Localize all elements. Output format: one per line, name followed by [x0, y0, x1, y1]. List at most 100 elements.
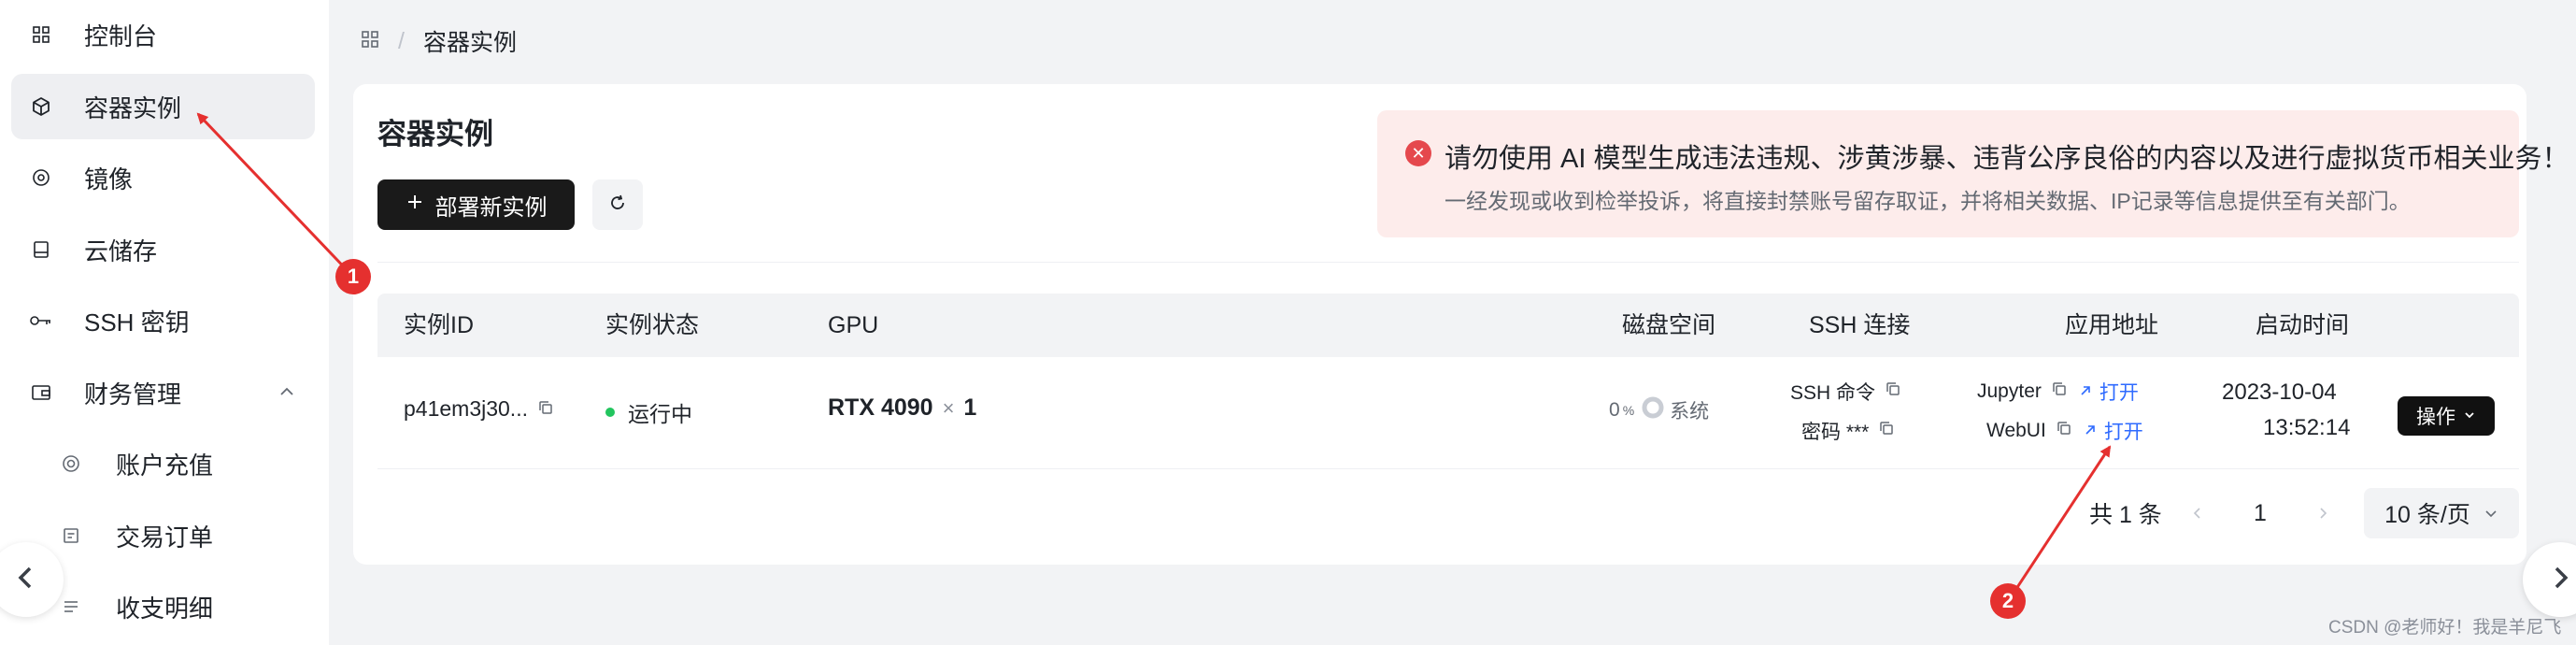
- deploy-label: 部署新实例: [434, 194, 548, 221]
- sidebar-item-images[interactable]: 镜像: [11, 145, 315, 210]
- copy-icon[interactable]: [1885, 380, 1901, 403]
- header-gpu: GPU: [828, 312, 879, 338]
- actions-button[interactable]: 操作: [2398, 396, 2495, 436]
- breadcrumb-separator: /: [398, 27, 405, 54]
- start-date: 2023-10-04: [2222, 380, 2337, 405]
- sidebar-item-ssh-keys[interactable]: SSH 密钥: [11, 288, 315, 353]
- ssh-command-cell: SSH 命令: [1790, 378, 1901, 406]
- ssh-password: 密码 ***: [1801, 422, 1870, 443]
- chevron-left-icon: [12, 564, 40, 596]
- disk-label: 系统: [1670, 401, 1710, 423]
- ledger-icon: [60, 595, 82, 618]
- grid-icon[interactable]: [361, 28, 379, 55]
- actions-label: 操作: [2416, 407, 2455, 428]
- divider: [377, 262, 2519, 263]
- disk-value: 0: [1609, 399, 1620, 421]
- refresh-icon: [607, 193, 628, 218]
- alert-title: 请勿使用 AI 模型生成违法违规、涉黄涉暴、违背公序良俗的内容以及进行虚拟货币相…: [1445, 144, 2569, 174]
- sidebar-item-label: 财务管理: [84, 380, 182, 408]
- instance-id: p41em3j30...: [404, 396, 528, 421]
- header-app-url: 应用地址: [2065, 312, 2159, 338]
- dashboard-icon: [30, 23, 52, 46]
- ssh-password-cell: 密码 ***: [1801, 417, 1895, 445]
- compliance-alert: ✕ 请勿使用 AI 模型生成违法违规、涉黄涉暴、违背公序良俗的内容以及进行虚拟货…: [1377, 110, 2569, 237]
- open-label: 打开: [2103, 422, 2143, 443]
- pagination-total: 共 1 条: [2089, 502, 2162, 528]
- instance-id-cell: p41em3j30...: [404, 396, 554, 422]
- copy-icon[interactable]: [1878, 420, 1895, 442]
- storage-icon: [30, 238, 52, 261]
- ssh-command: SSH 命令: [1790, 382, 1876, 404]
- sidebar-item-label: 收支明细: [116, 594, 214, 623]
- chevron-down-icon: [2463, 405, 2476, 427]
- container-icon: [30, 95, 52, 118]
- app-jupyter-cell: Jupyter 打开: [1977, 378, 2139, 406]
- copy-icon[interactable]: [2056, 420, 2072, 442]
- open-jupyter-link[interactable]: 打开: [2079, 378, 2139, 406]
- app-name-jupyter: Jupyter: [1977, 380, 2042, 402]
- chevron-right-icon: [2546, 564, 2574, 596]
- page-title: 容器实例: [377, 118, 493, 150]
- next-page-button[interactable]: [2315, 488, 2330, 538]
- sidebar-item-label: 镜像: [84, 165, 134, 194]
- deploy-instance-button[interactable]: 部署新实例: [377, 179, 575, 230]
- refresh-button[interactable]: [592, 179, 643, 230]
- status-dot: [605, 408, 615, 417]
- header-ssh: SSH 连接: [1809, 312, 1911, 338]
- key-icon: [30, 309, 52, 332]
- breadcrumb: / 容器实例: [361, 24, 517, 58]
- sidebar-item-containers[interactable]: 容器实例: [11, 74, 315, 139]
- sidebar-item-label: 容器实例: [84, 93, 182, 122]
- header-instance-id: 实例ID: [404, 312, 475, 338]
- annotation-marker-1: 1: [335, 259, 371, 294]
- gpu-count: 1: [963, 394, 977, 421]
- chevron-up-icon[interactable]: [278, 382, 296, 406]
- breadcrumb-current: 容器实例: [422, 30, 517, 56]
- sidebar-item-label: SSH 密钥: [84, 308, 190, 337]
- recharge-icon: [60, 452, 82, 475]
- disk-ring-icon: [1642, 396, 1664, 424]
- order-icon: [60, 524, 82, 547]
- open-webui-link[interactable]: 打开: [2084, 417, 2143, 445]
- disk-unit: %: [1622, 403, 1635, 418]
- prev-page-button[interactable]: [2190, 488, 2205, 538]
- sidebar-item-label: 账户充值: [116, 451, 214, 480]
- plus-icon: [406, 192, 424, 218]
- table-header: 实例ID 实例状态 GPU 磁盘空间 SSH 连接 应用地址 启动时间: [377, 294, 2519, 357]
- error-icon: ✕: [1405, 140, 1431, 166]
- header-status: 实例状态: [605, 312, 700, 338]
- sidebar-item-recharge[interactable]: 账户充值: [11, 431, 315, 496]
- table-row: p41em3j30... 运行中 RTX 4090 × 1 0 % 系统 SSH…: [377, 357, 2519, 469]
- annotation-marker-2: 2: [1990, 583, 2026, 619]
- sidebar: 控制台 容器实例 镜像 云储存 SSH 密钥 财务管理 账户充值 交易订单 收支…: [0, 0, 329, 645]
- page-number[interactable]: 1: [2254, 488, 2267, 538]
- sidebar-item-dashboard[interactable]: 控制台: [11, 2, 315, 67]
- start-time: 13:52:14: [2263, 415, 2351, 440]
- open-label: 打开: [2099, 382, 2139, 404]
- page-size-select[interactable]: 10 条/页: [2364, 488, 2519, 538]
- sidebar-item-label: 云储存: [84, 236, 158, 265]
- header-start-time: 启动时间: [2256, 312, 2350, 338]
- scroll-right-button[interactable]: [2523, 542, 2576, 617]
- copy-icon[interactable]: [2051, 380, 2068, 403]
- external-link-icon: [2084, 420, 2097, 442]
- external-link-icon: [2079, 380, 2092, 403]
- app-name-webui: WebUI: [1986, 420, 2046, 441]
- sidebar-item-storage[interactable]: 云储存: [11, 217, 315, 282]
- status-badge: 运行中: [628, 402, 692, 426]
- header-disk: 磁盘空间: [1622, 312, 1716, 338]
- disk-cell: 0 % 系统: [1609, 396, 1709, 424]
- copy-icon[interactable]: [537, 396, 554, 422]
- wallet-icon: [30, 381, 52, 404]
- sidebar-item-label: 交易订单: [116, 523, 214, 552]
- chevron-right-icon: [2315, 500, 2330, 527]
- gpu-times: ×: [942, 395, 955, 420]
- chevron-down-icon: [2483, 500, 2498, 527]
- gpu-model: RTX 4090: [828, 394, 933, 421]
- app-webui-cell: WebUI 打开: [1986, 417, 2143, 445]
- sidebar-item-finance[interactable]: 财务管理: [11, 360, 315, 425]
- status-cell: 运行中: [605, 396, 692, 428]
- gpu-cell: RTX 4090 × 1: [828, 394, 976, 422]
- watermark: CSDN @老师好！我是羊尼飞: [2328, 618, 2562, 638]
- image-icon: [30, 166, 52, 189]
